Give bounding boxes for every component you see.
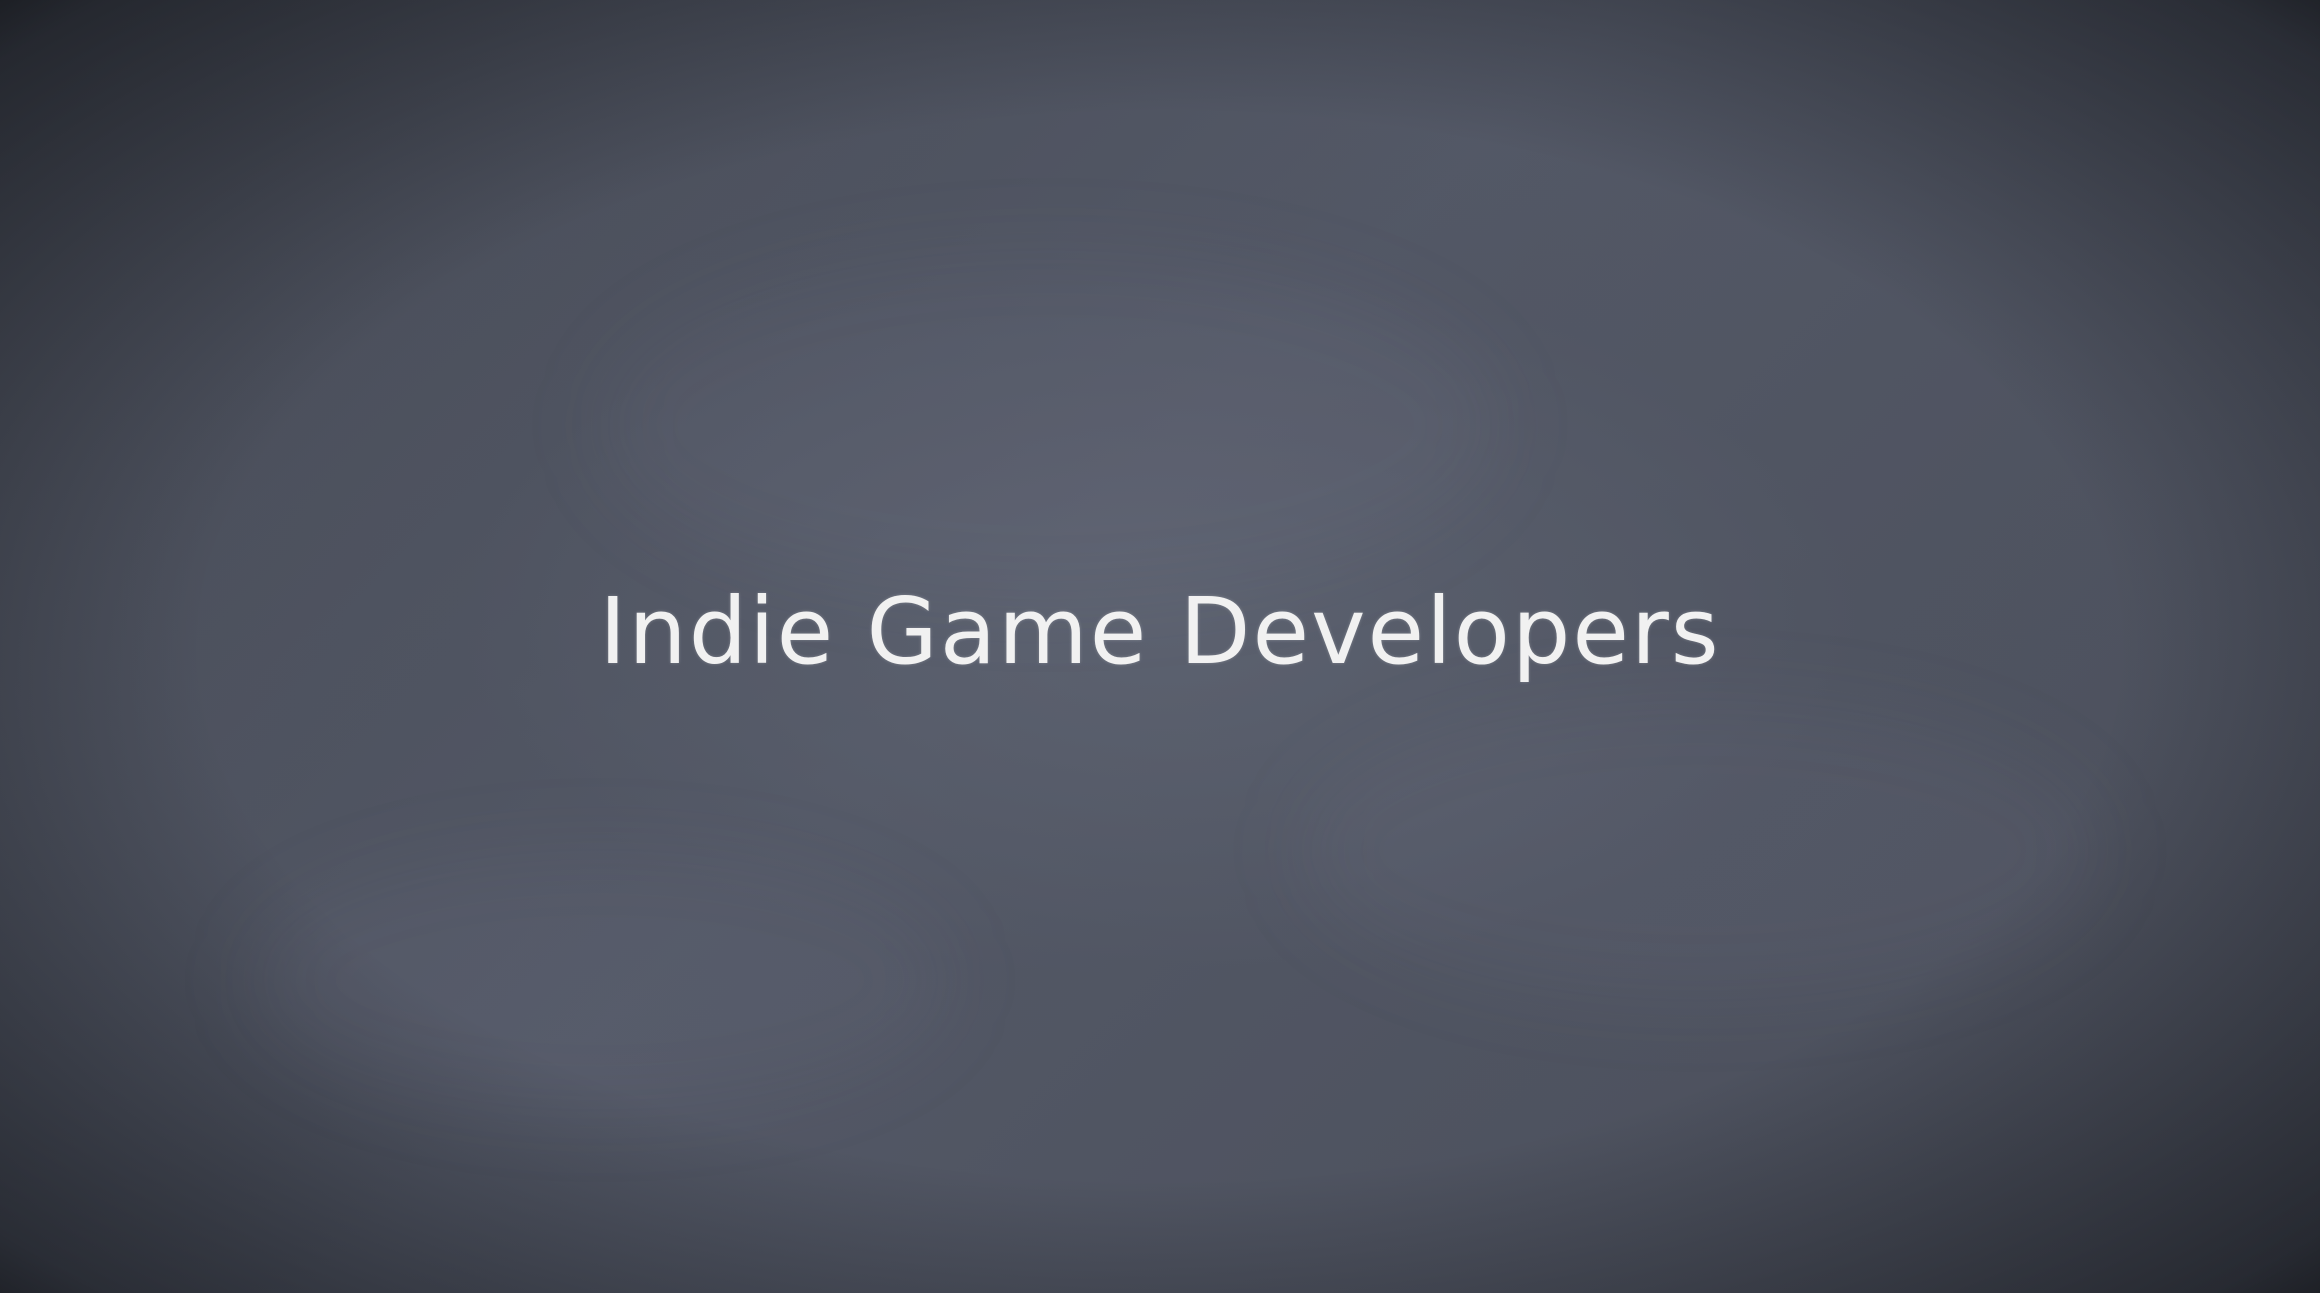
chalk-smudge — [600, 250, 1500, 600]
chalk-smudge — [250, 850, 950, 1110]
slide-title: Indie Game Developers — [599, 578, 1721, 685]
chalk-smudge — [1300, 700, 2100, 1000]
